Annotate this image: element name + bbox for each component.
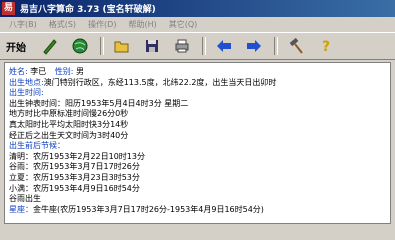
hammer-icon[interactable] [286,36,306,56]
name-line: 姓名: 李已 性别: 男 [9,67,85,76]
globe-icon[interactable] [70,36,90,56]
result-panel: 姓名: 李已 性别: 男 出生地点:澳门特别行政区，东经113.5度，北纬22.… [4,62,391,224]
open-folder-icon[interactable] [112,36,132,56]
toolbar: 开始 ? [0,33,395,60]
menu-help[interactable]: 帮助(H) [125,19,159,30]
app-icon: 易 [2,2,15,15]
zodiac-line: 星座：金牛座(农历1953年3月7日17时26分-1953年4月9日16时54分… [9,204,264,214]
menu-format[interactable]: 格式(S) [46,19,79,30]
local-time-line: 地方时比中原标准时间慢26分0秒 [9,109,129,119]
birth-time-heading: 出生时间: [9,88,44,98]
term-lixia: 立夏：农历1953年3月23日3时53分 [9,172,140,182]
svg-text:?: ? [322,39,330,55]
start-button[interactable]: 开始 [6,39,26,54]
corrected-time-line: 经正后之出生天文时间为3时40分 [9,130,129,140]
menu-other[interactable]: 其它(Q) [166,19,201,30]
toolbar-separator [100,37,104,55]
term-xiaoman: 小满：农历1953年4月9日16时54分 [9,183,140,193]
pencil-icon[interactable] [40,36,60,56]
window-title: 易吉八字算命 3.73 (宝名轩破解) [20,5,156,15]
term-guyu: 谷雨：农历1953年3月7日17时26分 [9,162,140,172]
menu-bazi[interactable]: 八字(B) [6,19,40,30]
clock-time-line: 出生钟表时间：阳历1953年5月4日4时3分 星期二 [9,98,189,108]
menu-operate[interactable]: 操作(D) [85,19,119,30]
save-icon[interactable] [142,36,162,56]
toolbar-separator [274,37,278,55]
toolbar-separator [202,37,206,55]
help-icon[interactable]: ? [316,36,336,56]
born-during-line: 谷雨出生 [9,194,41,204]
term-qingming: 清明：农历1953年2月22日10时13分 [9,151,145,161]
title-bar: 易 易吉八字算命 3.73 (宝名轩破解) [0,0,395,17]
solar-time-line: 真太阳时比平均太阳时快3分14秒 [9,119,129,129]
arrow-right-icon[interactable] [244,36,264,56]
arrow-left-icon[interactable] [214,36,234,56]
menu-bar: 八字(B) 格式(S) 操作(D) 帮助(H) 其它(Q) [0,17,395,33]
print-icon[interactable] [172,36,192,56]
solar-terms-heading: 出生前后节候： [9,141,65,151]
birth-place-line: 出生地点:澳门特别行政区，东经113.5度，北纬22.2度，出生当天日出卯时 [9,77,277,87]
